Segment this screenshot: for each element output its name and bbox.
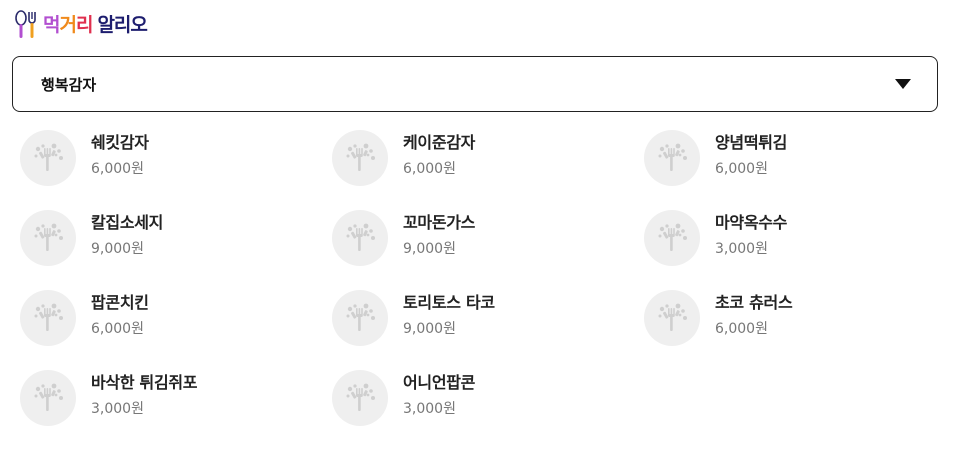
menu-item-thumbnail — [644, 130, 700, 186]
food-placeholder-icon — [346, 143, 375, 171]
menu-item-name: 칼집소세지 — [91, 213, 164, 232]
food-placeholder-icon — [34, 223, 63, 251]
menu-item-name: 꼬마돈가스 — [403, 213, 476, 232]
menu-item[interactable]: 칼집소세지 9,000원 — [20, 210, 332, 290]
menu-item-price: 6,000원 — [403, 161, 456, 177]
menu-item[interactable]: 마약옥수수 3,000원 — [644, 210, 956, 290]
menu-item-name: 토리토스 타코 — [403, 293, 495, 312]
brand-text-1: 먹 — [43, 13, 61, 36]
menu-item[interactable]: 쉐킷감자 6,000원 — [20, 130, 332, 210]
menu-item-price: 3,000원 — [715, 241, 768, 257]
caret-down-icon — [895, 79, 911, 89]
menu-item-price: 6,000원 — [715, 321, 768, 337]
menu-item-thumbnail — [332, 210, 388, 266]
brand-text-4: 알리오 — [97, 13, 147, 36]
brand-text-3: 리 — [75, 13, 94, 36]
menu-item-price: 6,000원 — [91, 321, 144, 337]
menu-item-price: 9,000원 — [403, 241, 456, 257]
menu-item-price: 3,000원 — [403, 401, 456, 417]
brand-logo[interactable]: 먹거리 알리오 — [14, 8, 148, 42]
menu-item-price: 9,000원 — [91, 241, 144, 257]
menu-list: 쉐킷감자 6,000원 케이준감자 6,000원 양념떡튀김 6,000원 칼집… — [20, 130, 956, 450]
brand-text-2: 거 — [59, 13, 77, 36]
menu-item-thumbnail — [332, 290, 388, 346]
food-placeholder-icon — [346, 223, 375, 251]
food-placeholder-icon — [346, 383, 375, 411]
menu-item-thumbnail — [20, 290, 76, 346]
menu-item-price: 6,000원 — [91, 161, 144, 177]
menu-item-name: 쉐킷감자 — [91, 133, 149, 152]
utensils-icon — [15, 10, 36, 38]
menu-item-name: 팝콘치킨 — [91, 293, 149, 312]
menu-item-name: 초코 츄러스 — [715, 293, 793, 312]
menu-item[interactable]: 토리토스 타코 9,000원 — [332, 290, 644, 370]
menu-item-name: 마약옥수수 — [715, 213, 788, 232]
food-placeholder-icon — [346, 303, 375, 331]
menu-item-thumbnail — [644, 290, 700, 346]
menu-item-thumbnail — [332, 370, 388, 426]
menu-item-price: 3,000원 — [91, 401, 144, 417]
menu-item-thumbnail — [644, 210, 700, 266]
menu-item-name: 양념떡튀김 — [715, 133, 788, 152]
food-placeholder-icon — [34, 143, 63, 171]
food-placeholder-icon — [658, 143, 687, 171]
menu-item[interactable]: 케이준감자 6,000원 — [332, 130, 644, 210]
menu-item-price: 9,000원 — [403, 321, 456, 337]
menu-item-thumbnail — [332, 130, 388, 186]
store-select[interactable]: 행복감자 — [12, 56, 938, 112]
menu-item[interactable]: 꼬마돈가스 9,000원 — [332, 210, 644, 290]
menu-item-price: 6,000원 — [715, 161, 768, 177]
store-select-value: 행복감자 — [41, 75, 97, 94]
menu-item[interactable]: 양념떡튀김 6,000원 — [644, 130, 956, 210]
menu-item-name: 바삭한 튀김쥐포 — [91, 373, 198, 392]
menu-item-thumbnail — [20, 370, 76, 426]
menu-item-name: 어니언팝콘 — [403, 373, 476, 392]
menu-item-name: 케이준감자 — [403, 133, 476, 152]
food-placeholder-icon — [658, 303, 687, 331]
menu-item-thumbnail — [20, 130, 76, 186]
menu-item[interactable]: 초코 츄러스 6,000원 — [644, 290, 956, 370]
food-placeholder-icon — [34, 383, 63, 411]
food-placeholder-icon — [658, 223, 687, 251]
menu-item[interactable]: 어니언팝콘 3,000원 — [332, 370, 644, 450]
food-placeholder-icon — [34, 303, 63, 331]
menu-item[interactable]: 팝콘치킨 6,000원 — [20, 290, 332, 370]
menu-item-thumbnail — [20, 210, 76, 266]
menu-item[interactable]: 바삭한 튀김쥐포 3,000원 — [20, 370, 332, 450]
